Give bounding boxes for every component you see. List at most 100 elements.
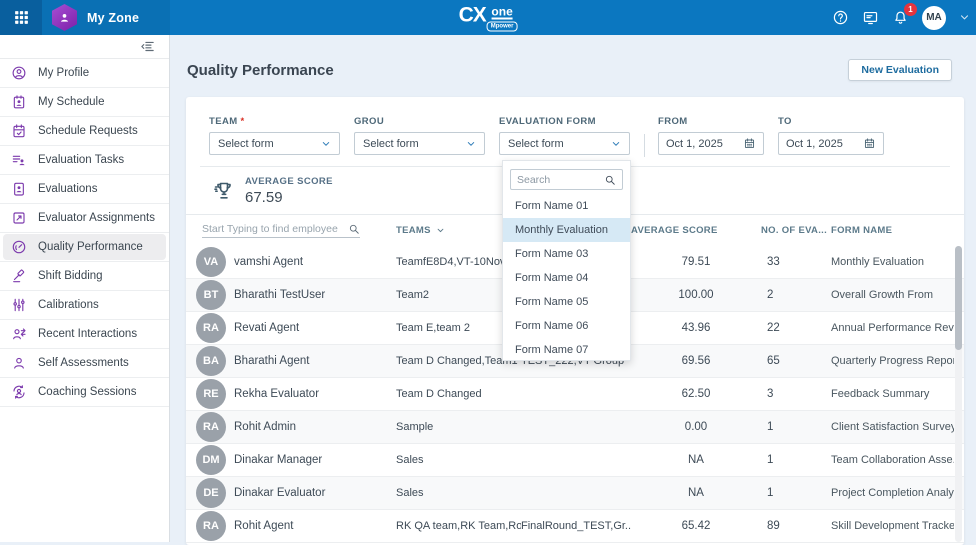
- employee-search: [202, 223, 360, 238]
- group-label: GROU: [354, 116, 485, 127]
- divider: [644, 134, 645, 157]
- main-content: Quality Performance New Evaluation TEAM*…: [170, 35, 976, 542]
- employee-name: Dinakar Evaluator: [234, 487, 325, 499]
- sidebar-item[interactable]: Recent Interactions: [0, 320, 169, 349]
- scrollbar-thumb[interactable]: [955, 246, 962, 350]
- notifications-button[interactable]: 1: [892, 9, 909, 26]
- required-marker: *: [241, 116, 245, 127]
- collapse-sidebar-icon[interactable]: [140, 39, 155, 54]
- form-name-cell: Project Completion Analy...: [831, 487, 954, 499]
- evaluations-column-header: NO. OF EVA...: [761, 225, 831, 236]
- sidebar-item[interactable]: Quality Performance: [0, 233, 169, 262]
- form-name-cell: Monthly Evaluation: [831, 256, 954, 268]
- groups-cell: FinalRound_TEST,Gr...: [521, 520, 631, 532]
- sidebar-item-label: Evaluator Assignments: [38, 212, 155, 224]
- sidebar-item-icon: [11, 297, 27, 313]
- employee-name: Rohit Agent: [234, 520, 293, 532]
- sidebar-item[interactable]: Self Assessments: [0, 349, 169, 378]
- evaluations-count-cell: 22: [761, 322, 831, 334]
- team-select[interactable]: Select form: [209, 132, 340, 155]
- trophy-icon: [212, 179, 236, 203]
- group-select[interactable]: Select form: [354, 132, 485, 155]
- form-name-cell: Annual Performance Rev...: [831, 322, 954, 334]
- table-row[interactable]: RA Rohit Agent RK QA team,RK Team,Rohi..…: [186, 510, 964, 543]
- sidebar-item[interactable]: Coaching Sessions: [0, 378, 169, 407]
- help-icon[interactable]: [832, 9, 849, 26]
- sidebar-item[interactable]: Evaluation Tasks: [0, 146, 169, 175]
- topbar-left-section: My Zone: [0, 0, 170, 35]
- calendar-icon[interactable]: [863, 137, 876, 150]
- to-date-input[interactable]: Oct 1, 2025: [778, 132, 884, 155]
- table-row[interactable]: RA Rohit Admin Sample 0.00 1 Client Sati…: [186, 411, 964, 444]
- from-date-input[interactable]: Oct 1, 2025: [658, 132, 764, 155]
- screen-monitor-icon[interactable]: [862, 9, 879, 26]
- average-score-cell: 0.00: [631, 421, 761, 433]
- sidebar-item-icon: [11, 123, 27, 139]
- dropdown-option[interactable]: Form Name 01: [503, 194, 630, 218]
- form-name-cell: Quarterly Progress Report: [831, 355, 954, 367]
- to-label: TO: [778, 116, 884, 127]
- dropdown-search: [510, 169, 623, 190]
- average-score-cell: NA: [631, 454, 761, 466]
- sidebar-item[interactable]: Evaluations: [0, 175, 169, 204]
- form-name-cell: Overall Growth From: [831, 289, 954, 301]
- employee-name: Bharathi TestUser: [234, 289, 325, 301]
- user-menu-chevron-icon[interactable]: [959, 12, 970, 23]
- sidebar-item-label: My Profile: [38, 67, 89, 79]
- notification-badge: 1: [904, 3, 917, 16]
- form-name-cell: Skill Development Tracker: [831, 520, 954, 532]
- dropdown-option[interactable]: Form Name 03: [503, 242, 630, 266]
- dropdown-search-input[interactable]: [517, 174, 604, 186]
- dropdown-option[interactable]: Monthly Evaluation: [503, 218, 630, 242]
- sidebar-item[interactable]: Calibrations: [0, 291, 169, 320]
- new-evaluation-button[interactable]: New Evaluation: [848, 59, 952, 81]
- dropdown-option[interactable]: Form Name 07: [503, 338, 630, 361]
- evaluations-count-cell: 1: [761, 487, 831, 499]
- evaluation-form-label: EVALUATION FORM: [499, 116, 630, 127]
- avatar: RA: [196, 313, 226, 343]
- sidebar-item[interactable]: My Profile: [0, 59, 169, 88]
- employee-search-input[interactable]: [202, 223, 348, 235]
- employee-name: Rohit Admin: [234, 421, 296, 433]
- sidebar-item-label: Evaluations: [38, 183, 97, 195]
- form-name-cell: Client Satisfaction Survey: [831, 421, 954, 433]
- average-score-cell: 65.42: [631, 520, 761, 532]
- employee-cell: RE Rekha Evaluator: [196, 379, 396, 409]
- employee-cell: DM Dinakar Manager: [196, 445, 396, 475]
- sidebar-item-icon: [11, 239, 27, 255]
- table-row[interactable]: RE Rekha Evaluator Team D Changed 62.50 …: [186, 378, 964, 411]
- table-row[interactable]: DM Dinakar Manager Sales NA 1 Team Colla…: [186, 444, 964, 477]
- sidebar-item[interactable]: Shift Bidding: [0, 262, 169, 291]
- employee-name: Bharathi Agent: [234, 355, 309, 367]
- user-avatar[interactable]: MA: [922, 6, 946, 30]
- average-score-cell: 100.00: [631, 289, 761, 301]
- avatar: BA: [196, 346, 226, 376]
- evaluations-count-cell: 2: [761, 289, 831, 301]
- sidebar-item[interactable]: Evaluator Assignments: [0, 204, 169, 233]
- average-score-cell: 69.56: [631, 355, 761, 367]
- team-label: TEAM*: [209, 116, 340, 127]
- table-row[interactable]: DE Dinakar Evaluator Sales NA 1 Project …: [186, 477, 964, 510]
- sidebar-item-icon: [11, 181, 27, 197]
- grid-icon: [13, 9, 30, 26]
- avatar: RA: [196, 412, 226, 442]
- app-launcher-button[interactable]: [0, 0, 42, 35]
- my-zone-badge-icon[interactable]: [52, 4, 77, 31]
- employee-cell: DE Dinakar Evaluator: [196, 478, 396, 508]
- evaluations-count-cell: 1: [761, 454, 831, 466]
- chevron-down-icon: [321, 139, 331, 149]
- employee-cell: BA Bharathi Agent: [196, 346, 396, 376]
- sidebar-item-icon: [11, 210, 27, 226]
- sidebar-item-label: Self Assessments: [38, 357, 129, 369]
- evaluation-form-select[interactable]: Select form: [499, 132, 630, 155]
- teams-cell: Sales: [396, 454, 521, 466]
- average-score-cell: 79.51: [631, 256, 761, 268]
- teams-cell: Team D Changed: [396, 388, 521, 400]
- sidebar-item[interactable]: My Schedule: [0, 88, 169, 117]
- dropdown-option[interactable]: Form Name 06: [503, 314, 630, 338]
- sidebar-item[interactable]: Schedule Requests: [0, 117, 169, 146]
- dropdown-option[interactable]: Form Name 05: [503, 290, 630, 314]
- filter-bar: TEAM* Select form GROU Select form EVALU…: [186, 97, 964, 166]
- dropdown-option[interactable]: Form Name 04: [503, 266, 630, 290]
- calendar-icon[interactable]: [743, 137, 756, 150]
